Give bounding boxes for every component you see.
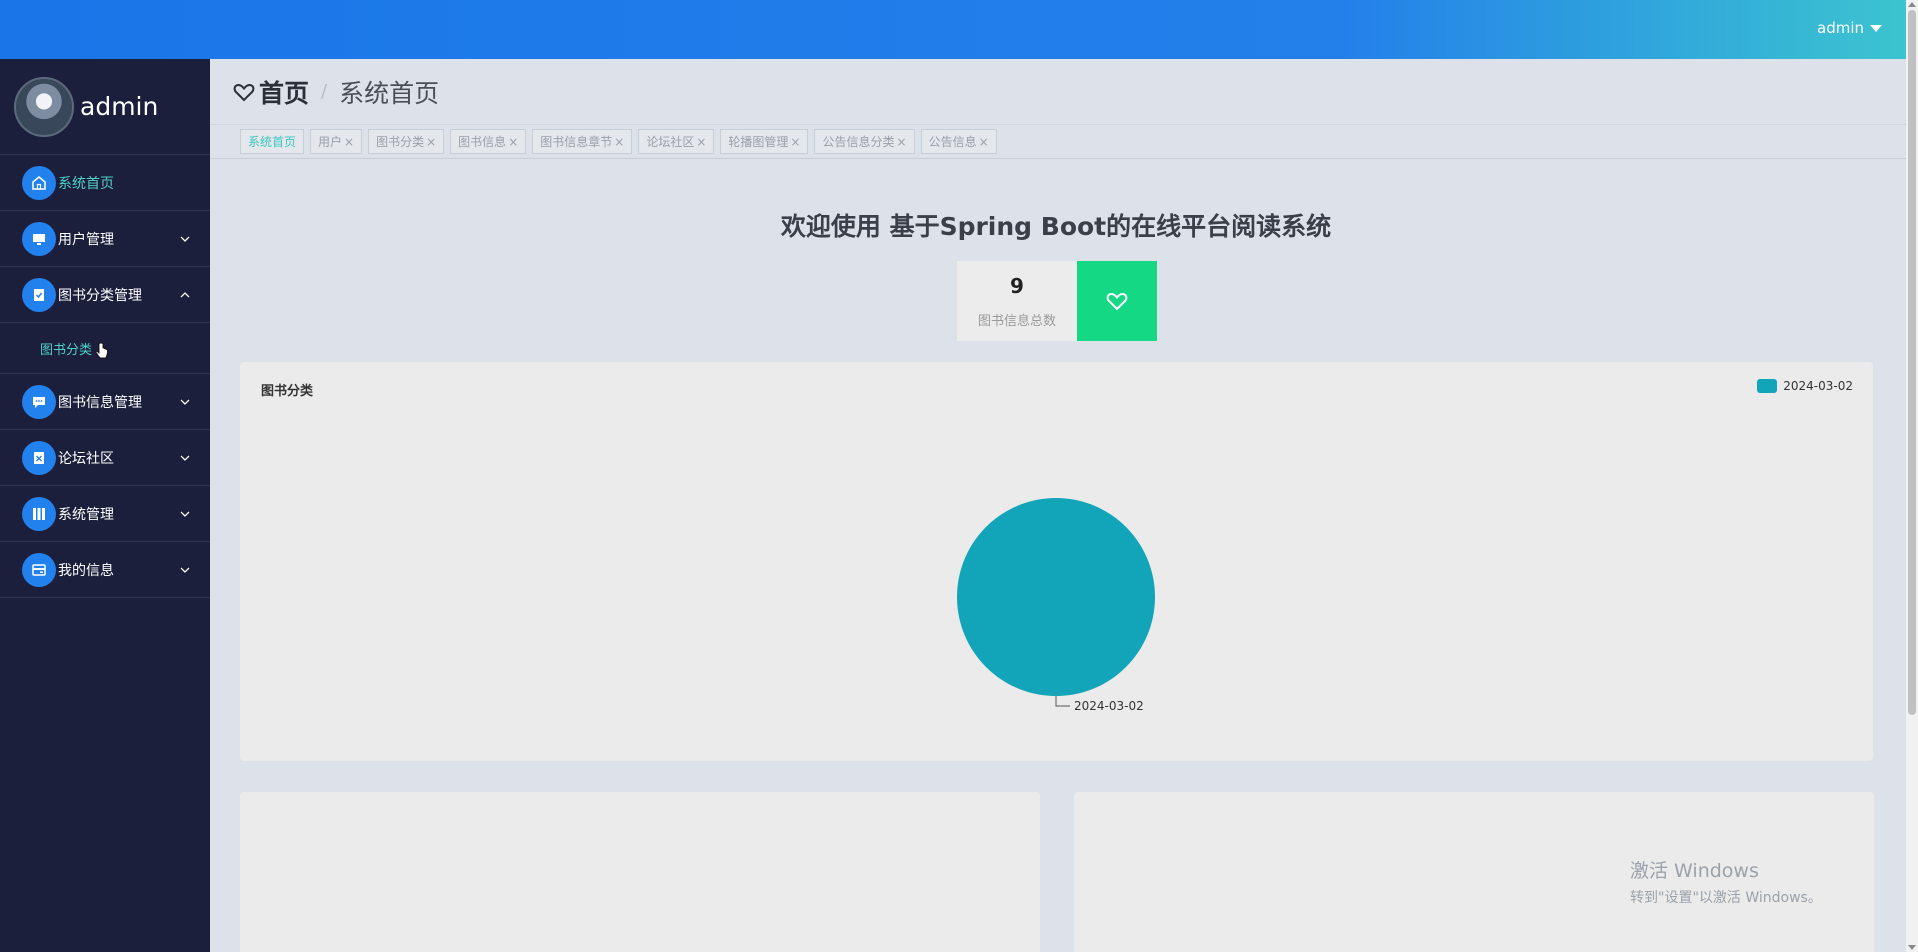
profile: admin xyxy=(0,59,210,155)
stat-icon-box xyxy=(1077,261,1157,341)
sidebar-item-user-management[interactable]: 用户管理 xyxy=(0,211,210,267)
sidebar-item-home[interactable]: 系统首页 xyxy=(0,155,210,211)
stat-label: 图书信息总数 xyxy=(977,313,1056,329)
sidebar-item-label: 图书信息管理 xyxy=(58,394,142,411)
tab-home[interactable]: 系统首页 xyxy=(240,129,305,154)
close-icon[interactable]: × xyxy=(979,135,989,149)
sidebar-item-label: 系统管理 xyxy=(58,506,114,523)
book-icon xyxy=(22,496,56,531)
close-icon[interactable]: × xyxy=(696,135,706,149)
page-scrollbar[interactable] xyxy=(1906,0,1918,952)
user-menu-label: admin xyxy=(1817,19,1864,37)
document-icon xyxy=(22,440,56,475)
breadcrumb-separator: / xyxy=(321,81,328,102)
pie-slice[interactable] xyxy=(957,498,1155,696)
chevron-down-icon xyxy=(180,511,190,517)
pie-chart: 2024-03-02 xyxy=(957,498,1155,713)
close-icon[interactable]: × xyxy=(344,135,354,149)
tab-notice[interactable]: 公告信息 × xyxy=(920,129,997,154)
page-subtitle: 系统首页 xyxy=(339,78,440,108)
tab-book-info[interactable]: 图书信息 × xyxy=(450,129,527,154)
tab-label: 论坛社区 xyxy=(646,135,695,149)
sidebar-item-book-info-management[interactable]: 图书信息管理 xyxy=(0,374,210,430)
pie-label-line xyxy=(1055,696,1070,707)
tab-user[interactable]: 用户 × xyxy=(310,129,363,154)
clipboard-icon xyxy=(22,277,56,312)
chat-icon xyxy=(22,384,56,419)
sidebar-item-category-management[interactable]: 图书分类管理 xyxy=(0,267,210,323)
sidebar-subitem-label: 图书分类 xyxy=(40,342,93,358)
tabs-divider xyxy=(210,158,1908,159)
tab-label: 用户 xyxy=(318,135,343,149)
sidebar-item-forum[interactable]: 论坛社区 xyxy=(0,430,210,486)
tab-label: 公告信息分类 xyxy=(822,135,895,149)
tab-label: 图书信息章节 xyxy=(540,135,613,149)
tab-book-chapter[interactable]: 图书信息章节 × xyxy=(532,129,633,154)
breadcrumb: 首页 / 系统首页 xyxy=(210,59,1908,125)
chevron-down-icon xyxy=(180,236,190,242)
sidebar: admin 系统首页 用户管理 图书分类管理 图书分类 图书信息管理 论坛社区 … xyxy=(0,59,210,952)
bottom-left-panel xyxy=(240,792,1040,952)
tab-label: 公告信息 xyxy=(928,135,977,149)
top-bar: admin xyxy=(0,0,1918,59)
sidebar-item-label: 我的信息 xyxy=(58,562,114,579)
user-menu[interactable]: admin xyxy=(1817,19,1882,37)
stat-value: 9 xyxy=(1010,273,1024,298)
heart-icon xyxy=(1106,292,1128,311)
windows-activation-watermark: 激活 Windows 转到"设置"以激活 Windows。 xyxy=(1630,856,1822,907)
welcome-heading: 欢迎使用 基于Spring Boot的在线平台阅读系统 xyxy=(780,212,1332,241)
caret-down-icon xyxy=(1870,24,1882,32)
chevron-down-icon xyxy=(180,399,190,405)
tab-label: 图书信息 xyxy=(458,135,507,149)
avatar xyxy=(14,76,74,137)
sidebar-item-my-info[interactable]: 我的信息 xyxy=(0,542,210,598)
tab-bar: 系统首页 用户 × 图书分类 × 图书信息 × 图书信息章节 × 论坛社区 × 轮播图管理… xyxy=(240,129,997,154)
tab-notice-category[interactable]: 公告信息分类 × xyxy=(814,129,915,154)
sidebar-item-label: 论坛社区 xyxy=(58,450,114,467)
tab-label: 系统首页 xyxy=(248,135,297,149)
watermark-line2: 转到"设置"以激活 Windows。 xyxy=(1630,890,1822,906)
monitor-icon xyxy=(22,221,56,256)
chevron-down-icon xyxy=(180,567,190,573)
scroll-up-arrow-icon[interactable] xyxy=(1908,2,1916,7)
wallet-icon xyxy=(22,552,56,587)
close-icon[interactable]: × xyxy=(508,135,518,149)
chevron-up-icon xyxy=(180,291,190,297)
tab-label: 图书分类 xyxy=(376,135,425,149)
sidebar-item-label: 用户管理 xyxy=(58,231,114,248)
sidebar-item-label: 图书分类管理 xyxy=(58,287,142,304)
tab-forum[interactable]: 论坛社区 × xyxy=(638,129,715,154)
tab-carousel[interactable]: 轮播图管理 × xyxy=(720,129,809,154)
pie-slice-label: 2024-03-02 xyxy=(1074,699,1144,713)
home-icon xyxy=(22,165,56,200)
hand-cursor-icon xyxy=(95,342,108,359)
close-icon[interactable]: × xyxy=(790,135,800,149)
tab-label: 轮播图管理 xyxy=(728,135,789,149)
close-icon[interactable]: × xyxy=(426,135,436,149)
scroll-down-arrow-icon[interactable] xyxy=(1908,945,1916,950)
close-icon[interactable]: × xyxy=(614,135,624,149)
chevron-down-icon xyxy=(180,455,190,461)
sidebar-subitem-book-category[interactable]: 图书分类 xyxy=(0,323,210,374)
stat-info: 9 图书信息总数 xyxy=(957,261,1077,341)
sidebar-item-system-management[interactable]: 系统管理 xyxy=(0,486,210,542)
sidebar-item-label: 系统首页 xyxy=(58,175,114,192)
watermark-line1: 激活 Windows xyxy=(1630,860,1759,882)
page-title[interactable]: 首页 xyxy=(259,74,309,110)
close-icon[interactable]: × xyxy=(897,135,907,149)
heart-icon xyxy=(233,83,255,101)
tab-book-category[interactable]: 图书分类 × xyxy=(368,129,445,154)
chart-panel: 图书分类 2024-03-02 2024-03-02 xyxy=(240,362,1873,761)
profile-name: admin xyxy=(80,92,159,121)
stat-card: 9 图书信息总数 xyxy=(957,261,1157,341)
scrollbar-thumb[interactable] xyxy=(1908,10,1916,715)
